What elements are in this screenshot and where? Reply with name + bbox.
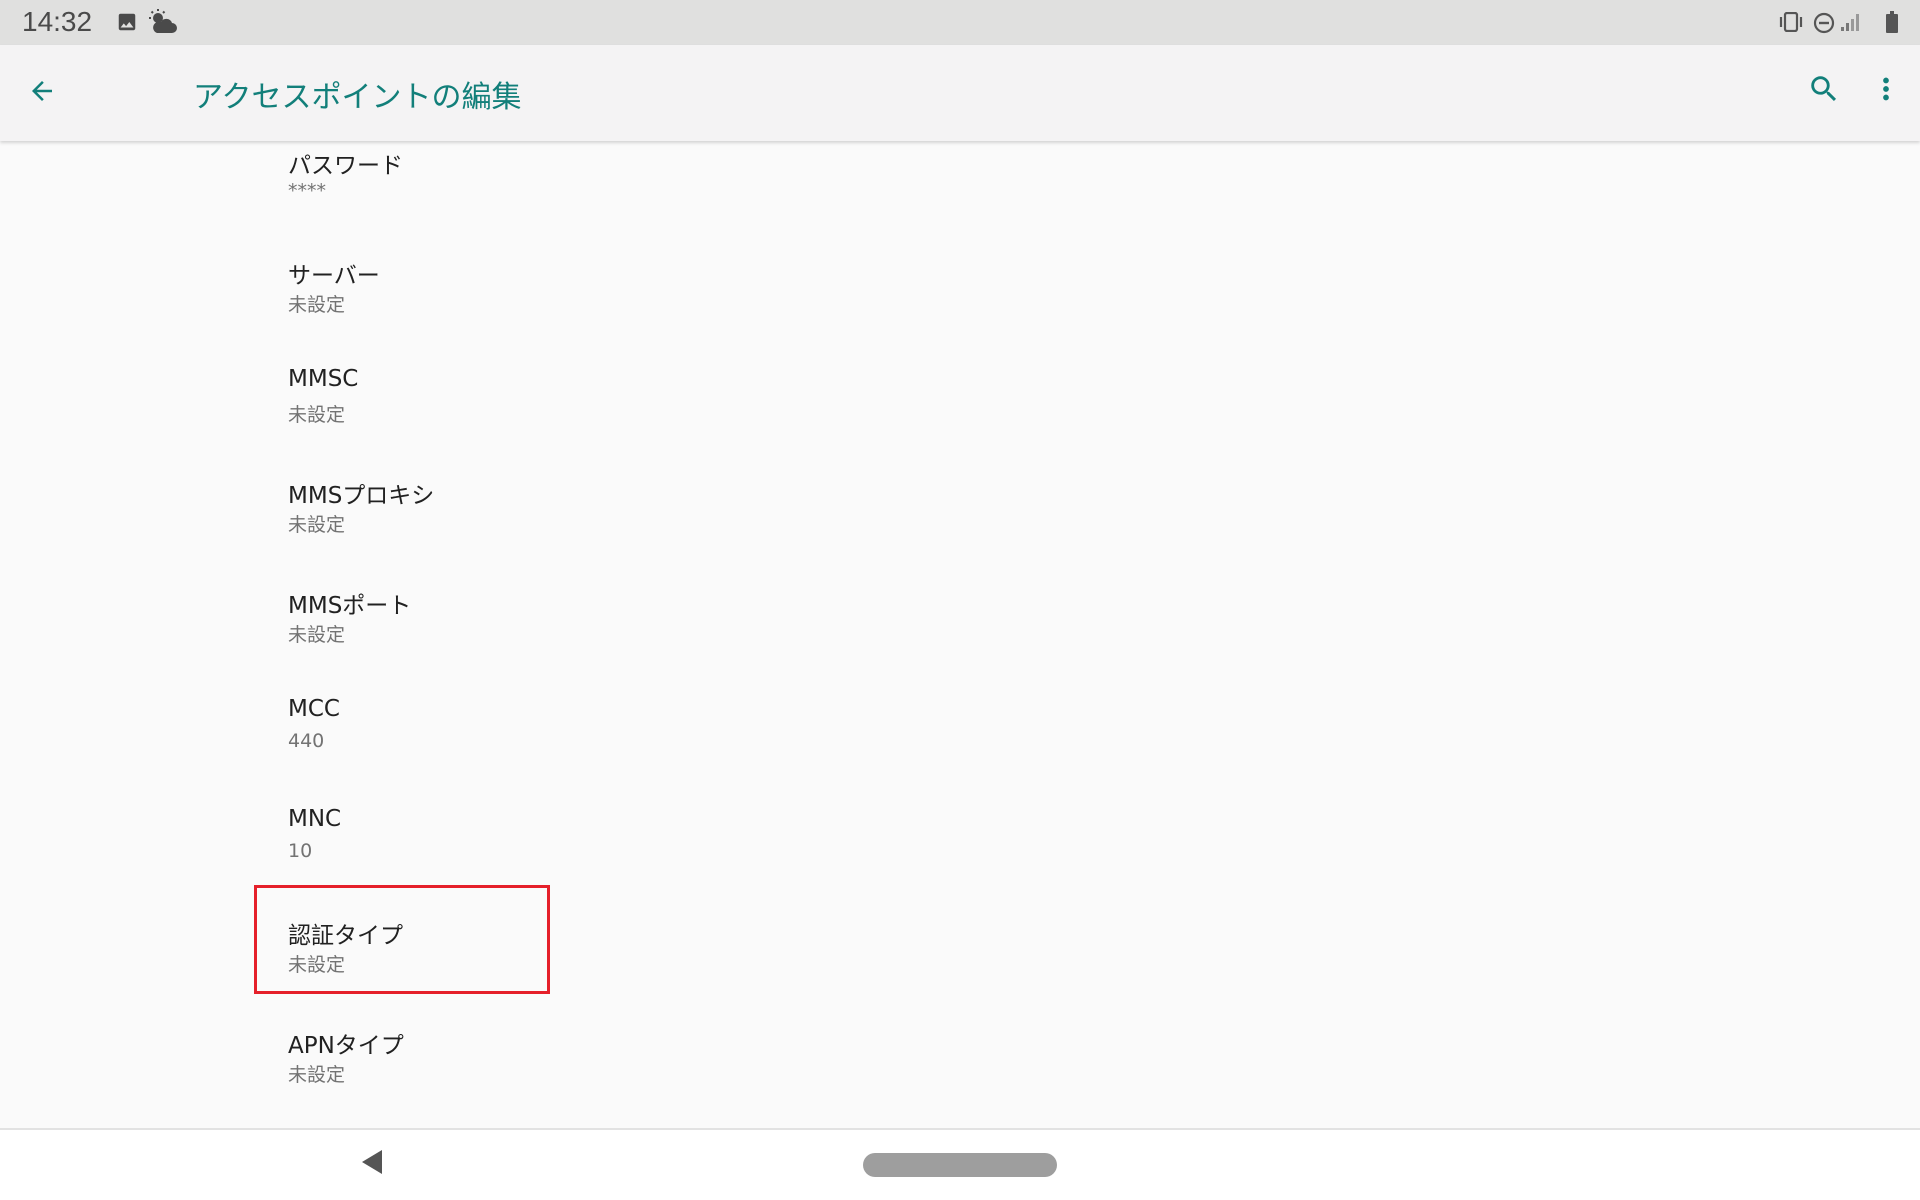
apn-settings-list: パスワード **** サーバー 未設定 MMSC 未設定 MMSプロキシ 未設定… (0, 141, 1920, 1129)
search-icon (1807, 72, 1841, 110)
status-bar: 14:32 (0, 0, 1920, 45)
pref-summary: 未設定 (288, 954, 346, 976)
more-options-button[interactable] (1862, 67, 1910, 115)
pref-item-mms-port[interactable]: MMSポート 未設定 (0, 586, 1920, 696)
vibrate-icon (1778, 12, 1804, 32)
home-pill-icon[interactable] (863, 1153, 1057, 1177)
pref-item-password[interactable]: パスワード **** (0, 146, 1920, 256)
weather-icon (149, 9, 177, 35)
pref-title: MMSポート (288, 593, 412, 619)
image-icon (116, 11, 138, 33)
pref-item-auth-type[interactable]: 認証タイプ 未設定 (0, 916, 1920, 1026)
battery-icon (1886, 11, 1898, 33)
arrow-back-icon (27, 76, 57, 110)
pref-title: パスワード (288, 153, 403, 179)
page-title: アクセスポイントの編集 (193, 80, 522, 115)
pref-title: サーバー (288, 263, 380, 289)
dnd-icon (1813, 12, 1835, 34)
search-button[interactable] (1800, 67, 1848, 115)
pref-summary: 未設定 (288, 294, 346, 316)
pref-title: 認証タイプ (288, 923, 403, 949)
pref-summary: **** (288, 180, 326, 202)
pref-item-mcc[interactable]: MCC 440 (0, 696, 1920, 806)
more-vert-icon (1869, 72, 1903, 110)
pref-item-server[interactable]: サーバー 未設定 (0, 256, 1920, 366)
pref-item-mmsc[interactable]: MMSC 未設定 (0, 366, 1920, 476)
pref-summary: 未設定 (288, 624, 346, 646)
pref-title: MCC (288, 696, 340, 722)
pref-summary: 未設定 (288, 1064, 346, 1086)
navigation-bar (0, 1128, 1920, 1200)
signal-icon (1840, 12, 1862, 32)
nav-back-triangle-icon (360, 1149, 384, 1179)
pref-title: MNC (288, 806, 342, 832)
pref-title: APNタイプ (288, 1033, 404, 1059)
nav-back-button[interactable] (352, 1144, 392, 1184)
pref-item-apn-type[interactable]: APNタイプ 未設定 (0, 1026, 1920, 1129)
back-button[interactable] (18, 69, 66, 117)
status-time: 14:32 (22, 6, 93, 37)
pref-item-mms-proxy[interactable]: MMSプロキシ 未設定 (0, 476, 1920, 586)
app-bar: アクセスポイントの編集 (0, 45, 1920, 141)
pref-item-mnc[interactable]: MNC 10 (0, 806, 1920, 916)
pref-summary: 未設定 (288, 514, 346, 536)
pref-summary: 440 (288, 730, 325, 752)
pref-summary: 10 (288, 840, 313, 862)
pref-title: MMSC (288, 366, 359, 392)
android-screen: 14:32 アクセスポイントの編集 パスワード **** サーバー 未設定 MM… (0, 0, 1920, 1200)
pref-summary: 未設定 (288, 404, 346, 426)
pref-title: MMSプロキシ (288, 483, 435, 509)
